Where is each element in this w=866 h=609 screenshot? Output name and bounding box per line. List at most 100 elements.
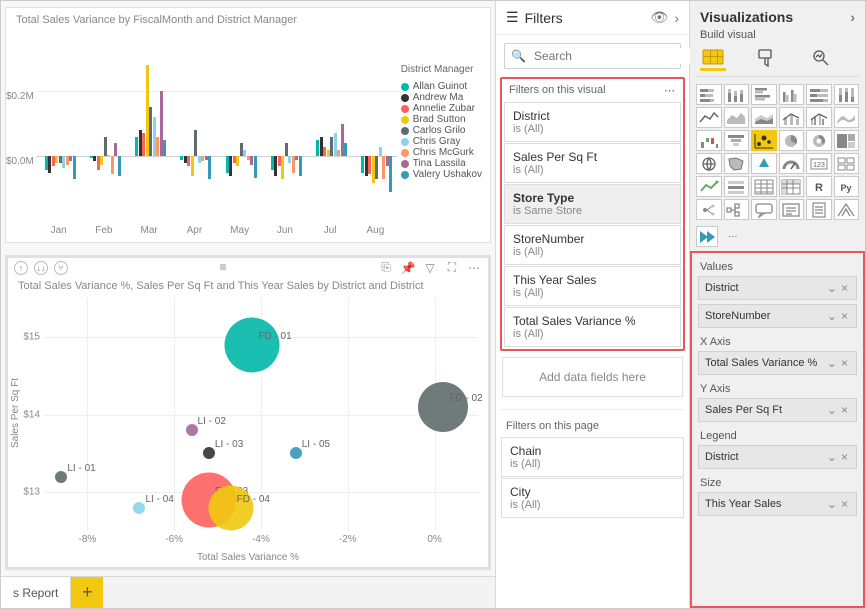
add-data-fields-drop[interactable]: Add data fields here <box>502 357 683 397</box>
field-well[interactable]: Total Sales Variance %⌄× <box>698 351 857 375</box>
add-page-button[interactable]: + <box>71 577 103 608</box>
field-well[interactable]: Sales Per Sq Ft⌄× <box>698 398 857 422</box>
bar[interactable] <box>281 156 284 179</box>
legend-item[interactable]: Allan Guinot <box>401 81 482 92</box>
bar-chart-tile[interactable]: Total Sales Variance by FiscalMonth and … <box>5 7 491 243</box>
legend-item[interactable]: Annelie Zubar <box>401 103 482 114</box>
viz-type-pie[interactable] <box>779 130 805 151</box>
remove-field-icon[interactable]: × <box>839 309 850 323</box>
chevron-down-icon[interactable]: ⌄ <box>825 450 839 464</box>
viz-type-pag-report[interactable] <box>806 199 832 220</box>
filters-search-input[interactable] <box>532 48 691 64</box>
drag-handle-icon[interactable]: ≡ <box>215 260 231 275</box>
viz-type-azure-map[interactable] <box>751 153 777 174</box>
viz-type-treemap[interactable] <box>834 130 860 151</box>
viz-type-stacked-bar[interactable] <box>696 84 722 105</box>
focus-mode-icon[interactable]: ⛶ <box>444 260 460 275</box>
bar[interactable] <box>100 156 103 164</box>
bar[interactable] <box>344 143 347 156</box>
viz-type-stacked-col[interactable] <box>724 84 750 105</box>
viz-type-clustered-col[interactable] <box>779 84 805 105</box>
viz-tab-build[interactable] <box>700 45 726 71</box>
collapse-filters-icon[interactable]: › <box>674 10 679 26</box>
drill-up-icon[interactable]: ↑ <box>14 261 28 275</box>
expand-level-icon[interactable]: ⑂ <box>54 261 68 275</box>
filter-card[interactable]: Total Sales Variance %is (All) <box>504 307 681 347</box>
viz-type-matrix[interactable] <box>779 176 805 197</box>
bubble[interactable] <box>290 447 302 459</box>
remove-field-icon[interactable]: × <box>839 450 850 464</box>
chevron-down-icon[interactable]: ⌄ <box>825 403 839 417</box>
viz-type-ribbon[interactable] <box>834 107 860 128</box>
viz-type-slicer[interactable] <box>724 176 750 197</box>
bar[interactable] <box>111 156 114 174</box>
filter-icon[interactable]: ▽ <box>422 261 438 275</box>
tab-report[interactable]: s Report <box>1 577 71 608</box>
remove-field-icon[interactable]: × <box>839 356 850 370</box>
bubble[interactable] <box>225 317 280 372</box>
viz-type-qa[interactable] <box>751 199 777 220</box>
remove-field-icon[interactable]: × <box>839 281 850 295</box>
viz-tab-format[interactable] <box>754 45 780 71</box>
chevron-down-icon[interactable]: ⌄ <box>825 309 839 323</box>
filter-card[interactable]: Cityis (All) <box>501 478 684 518</box>
bar[interactable] <box>73 156 76 179</box>
viz-type-key-infl[interactable] <box>696 199 722 220</box>
viz-type-multi-card[interactable] <box>834 153 860 174</box>
viz-type-donut[interactable] <box>806 130 832 151</box>
legend-item[interactable]: Brad Sutton <box>401 114 482 125</box>
bar[interactable] <box>389 156 392 192</box>
field-well[interactable]: District⌄× <box>698 445 857 469</box>
pin-icon[interactable]: 📌 <box>400 261 416 275</box>
viz-type-funnel[interactable] <box>724 130 750 151</box>
viz-type-line-clustered-col[interactable] <box>806 107 832 128</box>
viz-tab-analytics[interactable] <box>808 45 834 71</box>
remove-field-icon[interactable]: × <box>839 497 850 511</box>
filter-card[interactable]: Sales Per Sq Ftis (All) <box>504 143 681 183</box>
legend-item[interactable]: Tina Lassila <box>401 158 482 169</box>
viz-type-100-bar[interactable] <box>806 84 832 105</box>
viz-type-area[interactable] <box>724 107 750 128</box>
bubble[interactable] <box>55 471 67 483</box>
viz-type-py[interactable]: Py <box>834 176 860 197</box>
field-well[interactable]: This Year Sales⌄× <box>698 492 857 516</box>
viz-type-waterfall[interactable] <box>696 130 722 151</box>
viz-type-clustered-bar[interactable] <box>751 84 777 105</box>
bar[interactable] <box>163 140 166 156</box>
legend-item[interactable]: Andrew Ma <box>401 92 482 103</box>
bar[interactable] <box>104 137 107 157</box>
filters-search[interactable]: 🔍 <box>504 43 681 69</box>
viz-type-stacked-area[interactable] <box>751 107 777 128</box>
filter-card[interactable]: Districtis (All) <box>504 102 681 142</box>
legend-item[interactable]: Carlos Grilo <box>401 125 482 136</box>
viz-type-r[interactable]: R <box>806 176 832 197</box>
viz-type-more[interactable]: ⋯ <box>722 226 744 247</box>
bar[interactable] <box>194 130 197 156</box>
scatter-chart-tile[interactable]: ↑ ↓↓ ⑂ ≡ ⎘ 📌 ▽ ⛶ ⋯ Total Sales Variance … <box>5 255 491 570</box>
chevron-down-icon[interactable]: ⌄ <box>825 281 839 295</box>
filter-card[interactable]: This Year Salesis (All) <box>504 266 681 306</box>
viz-type-card[interactable]: 123 <box>806 153 832 174</box>
filter-card[interactable]: StoreNumberis (All) <box>504 225 681 265</box>
bubble[interactable] <box>203 447 215 459</box>
viz-type-gauge[interactable] <box>779 153 805 174</box>
bar[interactable] <box>379 147 382 157</box>
viz-type-arc[interactable] <box>834 199 860 220</box>
viz-type-scatter[interactable] <box>751 130 777 151</box>
collapse-viz-icon[interactable]: › <box>850 9 855 25</box>
remove-field-icon[interactable]: × <box>839 403 850 417</box>
bar[interactable] <box>208 156 211 179</box>
more-icon[interactable]: ⋯ <box>466 261 482 275</box>
bar[interactable] <box>191 156 194 176</box>
viz-type-power-automate[interactable] <box>696 226 718 247</box>
preview-filter-icon[interactable]: 👁 <box>651 9 669 26</box>
bar[interactable] <box>254 156 257 177</box>
bubble[interactable] <box>418 382 468 432</box>
field-well[interactable]: District⌄× <box>698 276 857 300</box>
bar[interactable] <box>375 156 378 179</box>
field-well[interactable]: StoreNumber⌄× <box>698 304 857 328</box>
bar[interactable] <box>299 156 302 176</box>
bubble[interactable] <box>208 485 253 530</box>
viz-type-decomp[interactable] <box>724 199 750 220</box>
bar[interactable] <box>114 143 117 156</box>
